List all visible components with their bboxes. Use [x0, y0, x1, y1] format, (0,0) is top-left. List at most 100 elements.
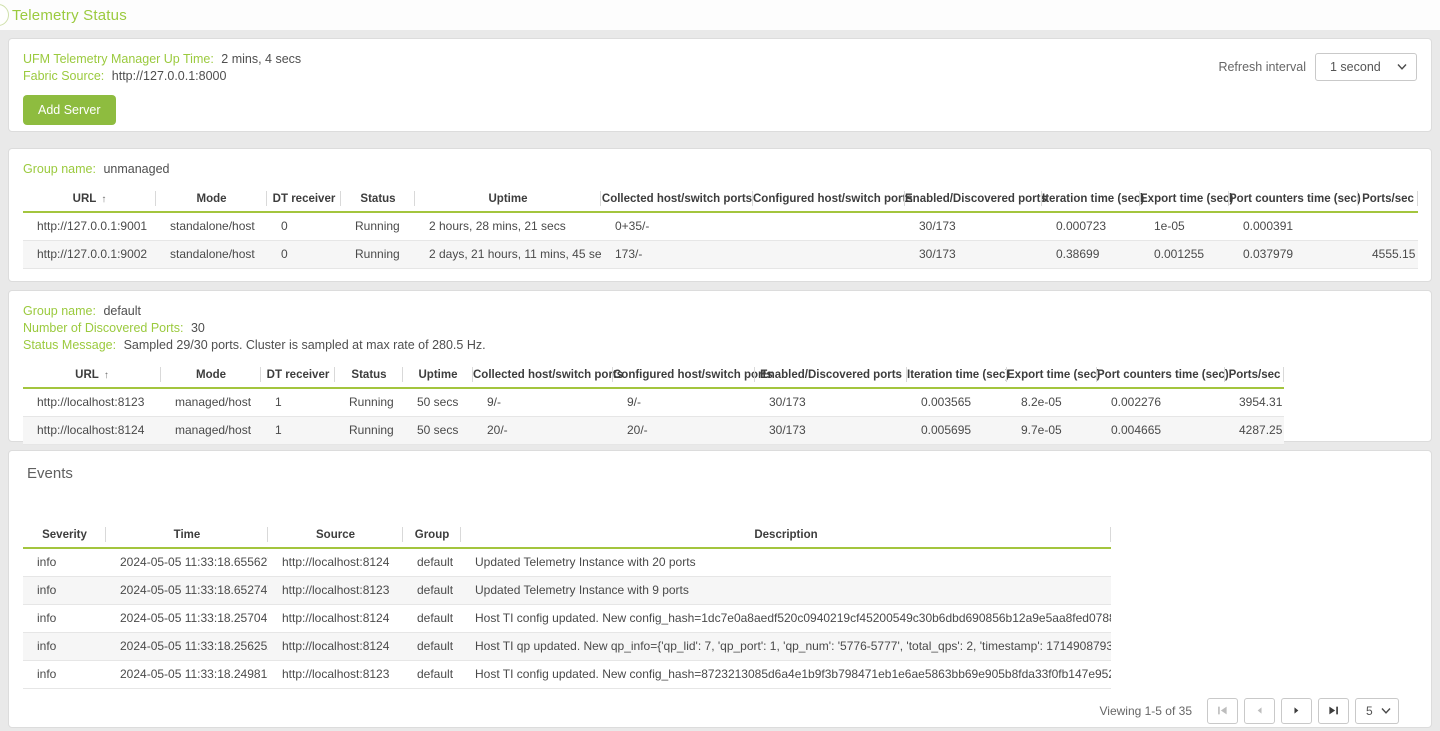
table-cell: http://localhost:8123 — [268, 660, 403, 688]
group-name-label: Group name: — [23, 162, 96, 176]
table-cell: 3954.31 — [1225, 388, 1284, 416]
column-header[interactable]: URL↑ — [23, 362, 161, 388]
table-cell: 2 days, 21 hours, 11 mins, 45 secs — [415, 240, 601, 268]
table-cell: info — [23, 632, 106, 660]
events-panel: Events SeverityTimeSourceGroupDescriptio… — [8, 450, 1432, 728]
column-header[interactable]: Status — [341, 186, 415, 212]
table-cell: 50 secs — [403, 416, 473, 444]
table-cell: managed/host — [161, 388, 261, 416]
table-cell: default — [403, 660, 461, 688]
column-header[interactable]: Port counters time (sec) — [1097, 362, 1225, 388]
last-page-button[interactable] — [1318, 698, 1349, 724]
refresh-interval-select[interactable]: 1 second — [1315, 53, 1417, 81]
page-size-select[interactable]: 5 — [1355, 698, 1399, 724]
table-cell: http://localhost:8123 — [23, 388, 161, 416]
table-cell: 30/173 — [905, 212, 1042, 240]
column-header[interactable]: Uptime — [415, 186, 601, 212]
table-cell: info — [23, 548, 106, 576]
column-header[interactable]: Export time (sec) — [1007, 362, 1097, 388]
column-header[interactable]: Ports/sec — [1225, 362, 1284, 388]
column-header[interactable]: Iteration time (sec) — [907, 362, 1007, 388]
table-cell: managed/host — [161, 416, 261, 444]
discovered-ports-value: 30 — [191, 321, 205, 335]
column-header[interactable]: Uptime — [403, 362, 473, 388]
table-cell: 30/173 — [905, 240, 1042, 268]
table-cell: 0.000723 — [1042, 212, 1140, 240]
discovered-ports-label: Number of Discovered Ports: — [23, 321, 183, 335]
table-cell: info — [23, 660, 106, 688]
table-cell: 1 — [261, 416, 335, 444]
column-header[interactable]: Description — [461, 522, 1111, 548]
table-cell — [1358, 212, 1418, 240]
column-header[interactable]: Iteration time (sec) — [1042, 186, 1140, 212]
prev-page-button[interactable] — [1244, 698, 1275, 724]
fabric-source-value: http://127.0.0.1:8000 — [112, 69, 227, 83]
table-cell: http://localhost:8124 — [268, 632, 403, 660]
column-header[interactable]: Ports/sec — [1358, 186, 1418, 212]
sort-asc-icon: ↑ — [101, 194, 106, 205]
column-header[interactable]: Time — [106, 522, 268, 548]
column-header[interactable]: Group — [403, 522, 461, 548]
uptime-value: 2 mins, 4 secs — [221, 52, 301, 66]
status-message-label: Status Message: — [23, 338, 116, 352]
column-header[interactable]: Configured host/switch ports — [753, 186, 905, 212]
table-cell: default — [403, 548, 461, 576]
column-header[interactable]: Configured host/switch ports — [613, 362, 755, 388]
table-cell: 9/- — [613, 388, 755, 416]
table-cell: 0+35/- — [601, 212, 753, 240]
page-size-value: 5 — [1366, 704, 1373, 718]
table-row: http://localhost:8124managed/host1Runnin… — [23, 416, 1284, 444]
column-header[interactable]: URL↑ — [23, 186, 156, 212]
group-name-label: Group name: — [23, 304, 96, 318]
table-cell: default — [403, 632, 461, 660]
chevron-down-icon — [1381, 708, 1391, 714]
column-header[interactable]: Mode — [156, 186, 267, 212]
table-cell: 4555.15 — [1358, 240, 1418, 268]
table-row: http://127.0.0.1:9002standalone/host0Run… — [23, 240, 1418, 268]
table-row: http://127.0.0.1:9001standalone/host0Run… — [23, 212, 1418, 240]
chevron-down-icon — [1397, 64, 1407, 70]
table-cell: 2024-05-05 11:33:18.256252 — [106, 632, 268, 660]
table-row: info2024-05-05 11:33:18.257047http://loc… — [23, 604, 1111, 632]
table-cell: 2024-05-05 11:33:18.655627 — [106, 548, 268, 576]
first-page-button[interactable] — [1207, 698, 1238, 724]
last-page-icon — [1328, 705, 1339, 716]
column-header[interactable]: Collected host/switch ports — [601, 186, 753, 212]
add-server-button[interactable]: Add Server — [23, 95, 116, 125]
column-header[interactable]: Source — [268, 522, 403, 548]
table-cell: standalone/host — [156, 212, 267, 240]
column-header[interactable]: Enabled/Discovered ports — [905, 186, 1042, 212]
column-header[interactable]: Severity — [23, 522, 106, 548]
table-cell: 0.003565 — [907, 388, 1007, 416]
column-header[interactable]: DT receiver — [261, 362, 335, 388]
circle-icon — [0, 4, 9, 26]
table-cell: 2024-05-05 11:33:18.249813 — [106, 660, 268, 688]
column-header[interactable]: Enabled/Discovered ports — [755, 362, 907, 388]
table-cell: 0.004665 — [1097, 416, 1225, 444]
table-cell: 0.037979 — [1229, 240, 1358, 268]
table-cell: Updated Telemetry Instance with 20 ports — [461, 548, 1111, 576]
table-cell: Updated Telemetry Instance with 9 ports — [461, 576, 1111, 604]
column-header[interactable]: Export time (sec) — [1140, 186, 1229, 212]
next-page-button[interactable] — [1281, 698, 1312, 724]
column-header[interactable]: DT receiver — [267, 186, 341, 212]
events-pagination: Viewing 1-5 of 35 5 — [23, 698, 1399, 724]
table-cell: info — [23, 576, 106, 604]
column-header[interactable]: Mode — [161, 362, 261, 388]
table-cell: Running — [335, 416, 403, 444]
info-panel: UFM Telemetry Manager Up Time: 2 mins, 4… — [8, 38, 1432, 132]
table-cell: Running — [341, 240, 415, 268]
table-cell: 0 — [267, 212, 341, 240]
table-cell: default — [403, 604, 461, 632]
column-header[interactable]: Port counters time (sec) — [1229, 186, 1358, 212]
table-cell: 2024-05-05 11:33:18.652747 — [106, 576, 268, 604]
table-cell: Host TI config updated. New config_hash=… — [461, 660, 1111, 688]
refresh-interval-label: Refresh interval — [1218, 60, 1306, 74]
column-header[interactable]: Collected host/switch ports — [473, 362, 613, 388]
table-cell: Running — [341, 212, 415, 240]
refresh-interval-value: 1 second — [1330, 60, 1381, 74]
table-cell: info — [23, 604, 106, 632]
fabric-source-label: Fabric Source: — [23, 69, 104, 83]
pagination-summary: Viewing 1-5 of 35 — [1099, 704, 1192, 718]
column-header[interactable]: Status — [335, 362, 403, 388]
